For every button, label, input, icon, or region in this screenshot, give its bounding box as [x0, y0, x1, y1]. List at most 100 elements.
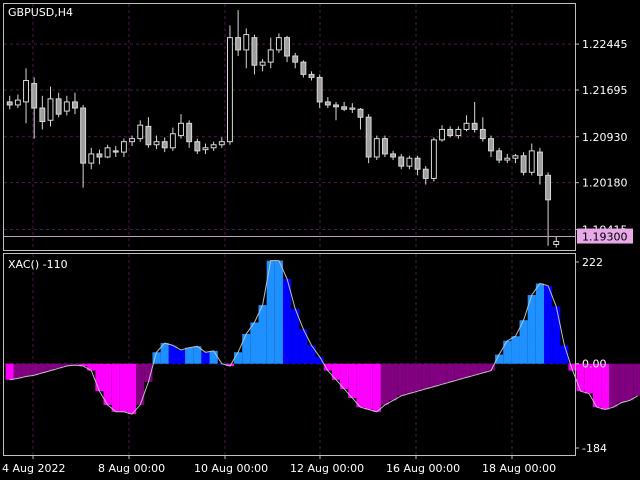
candle-body-bear — [96, 153, 103, 158]
candle-body-bull — [243, 34, 250, 51]
candle-body-bull — [47, 98, 54, 121]
candle-body-bull — [512, 155, 519, 159]
histogram-bar-positive — [315, 356, 324, 364]
time-label: 10 Aug 00:00 — [194, 462, 268, 475]
candle-body-bull — [129, 138, 136, 143]
candle-body-bear — [414, 157, 421, 170]
candle-body-bear — [422, 168, 429, 179]
candle — [398, 153, 405, 170]
candle-body-bull — [202, 147, 209, 151]
candle — [235, 10, 242, 57]
candle-body-bear — [365, 116, 372, 158]
candle-body-bear — [545, 174, 552, 201]
candle-body-bull — [504, 157, 511, 161]
histogram-bar-negative — [429, 363, 438, 387]
candle-body-bull — [553, 240, 560, 245]
candle-series — [6, 10, 560, 248]
candle — [194, 138, 201, 154]
candle — [341, 101, 348, 112]
candle-body-bull — [463, 122, 470, 130]
current-price-value: 1.19300 — [582, 231, 628, 244]
candle — [357, 108, 364, 130]
candle-body-bull — [137, 124, 144, 140]
candle-body-bull — [169, 133, 176, 149]
histogram-bar-positive — [274, 260, 283, 364]
candle-body-bear — [488, 138, 494, 152]
candle-body-bear — [308, 73, 315, 78]
candle — [430, 137, 437, 182]
candle — [479, 117, 486, 142]
candle-body-bull — [275, 37, 282, 51]
histogram-bar-negative — [617, 363, 626, 403]
candle-body-bear — [251, 37, 258, 66]
candle — [88, 147, 95, 170]
trading-chart[interactable]: GBPUSD,H4 1.22445 1.21695 1.20930 1.20180 1.… — [0, 0, 640, 480]
candle — [63, 95, 70, 116]
candle-body-bear — [341, 106, 348, 110]
candle-body-bear — [80, 107, 87, 164]
candle-body-bear — [479, 128, 486, 140]
candle-body-bull — [528, 150, 535, 173]
histogram-series — [5, 260, 640, 415]
histogram-bar-negative — [413, 363, 422, 392]
candle-body-bear — [55, 98, 62, 115]
histogram-bar-negative — [119, 363, 128, 412]
price-pane[interactable]: GBPUSD,H4 1.22445 1.21695 1.20930 1.20180 1.… — [3, 3, 634, 251]
candle — [536, 147, 543, 185]
candle-body-bear — [471, 122, 478, 130]
candle — [153, 135, 160, 150]
candle-body-bull — [210, 144, 217, 149]
histogram-bar-negative — [633, 363, 640, 396]
candle — [463, 115, 470, 132]
histogram-bar-negative — [397, 363, 406, 396]
histogram-bar-negative — [380, 363, 390, 405]
candle — [243, 28, 250, 69]
histogram-bar-negative — [389, 363, 398, 401]
candle — [104, 144, 111, 159]
histogram-bar-negative — [454, 363, 463, 380]
candle — [504, 153, 511, 164]
candle — [161, 137, 168, 153]
candle-body-bear — [316, 76, 323, 103]
candle — [210, 141, 217, 151]
candle-body-bull — [439, 128, 445, 141]
histogram-bar-negative — [331, 363, 341, 380]
histogram-bar-positive — [535, 283, 545, 364]
candle-body-bear — [72, 101, 78, 109]
candle-body-bull — [88, 153, 95, 164]
candle-body-bear — [112, 150, 119, 153]
candle-body-bear — [292, 55, 299, 63]
candle — [373, 135, 380, 161]
indicator-label: XAC() -110 — [8, 258, 68, 271]
candle — [316, 74, 323, 109]
candle — [23, 68, 29, 124]
candle — [292, 52, 299, 69]
histogram-bar-positive — [258, 305, 267, 364]
candle — [227, 25, 233, 145]
indicator-pane[interactable]: XAC() -110 222 0.00 -184 — [3, 253, 640, 456]
candle — [218, 137, 225, 148]
candle — [512, 153, 519, 164]
candle — [251, 34, 258, 75]
candle — [112, 145, 119, 157]
indicator-tick-label: -184 — [582, 442, 607, 455]
candle — [381, 135, 388, 157]
candle-body-bear — [390, 153, 397, 158]
candle — [259, 59, 266, 72]
histogram-bar-positive — [168, 345, 177, 364]
candle — [406, 155, 413, 170]
histogram-bar-negative — [609, 363, 618, 408]
candle-body-bear — [496, 150, 503, 161]
candle — [202, 143, 209, 154]
candle — [422, 166, 429, 185]
candle-body-bull — [23, 79, 29, 103]
candle — [324, 97, 331, 109]
histogram-bar-negative — [95, 363, 104, 392]
time-label: 12 Aug 00:00 — [290, 462, 364, 475]
price-tick-label: 1.21695 — [582, 84, 628, 97]
histogram-bar-negative — [372, 363, 381, 412]
candle-body-bear — [300, 61, 307, 75]
candle — [72, 92, 78, 115]
candle-body-bull — [349, 107, 356, 110]
histogram-bar-negative — [30, 363, 39, 376]
